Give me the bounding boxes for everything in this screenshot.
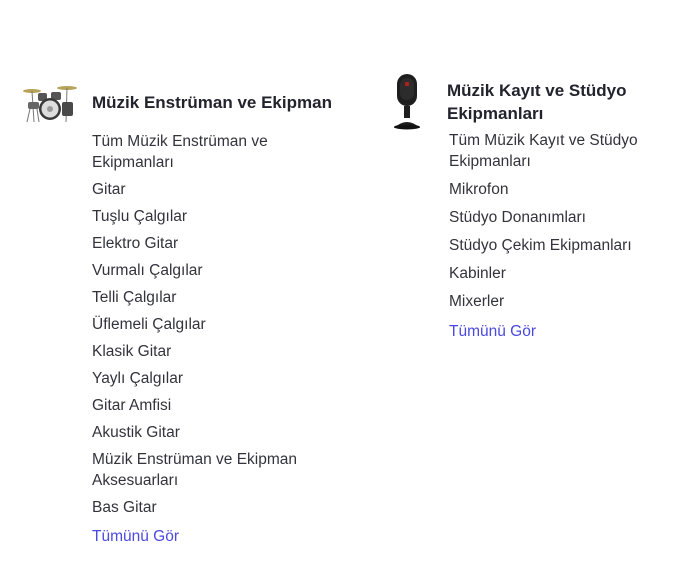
list-item[interactable]: Stüdyo Donanımları [449,207,671,228]
list-item[interactable]: Mikrofon [449,179,671,200]
see-all-link[interactable]: Tümünü Gör [92,528,179,545]
subcategory-link[interactable]: Gitar [92,181,126,198]
list-item[interactable]: Elektro Gitar [92,233,337,254]
list-item[interactable]: Üflemeli Çalgılar [92,314,337,335]
list-item[interactable]: Gitar Amfisi [92,395,337,416]
subcategory-link[interactable]: Elektro Gitar [92,235,178,252]
list-item[interactable]: Telli Çalgılar [92,287,337,308]
subcategory-link[interactable]: Tüm Müzik Enstrüman ve Ekipmanları [92,133,268,171]
subcategory-link[interactable]: Stüdyo Çekim Ekipmanları [449,237,632,254]
list-item[interactable]: Mixerler [449,291,671,312]
category-title[interactable]: Müzik Enstrüman ve Ekipman [92,91,352,114]
subcategory-link[interactable]: Gitar Amfisi [92,397,171,414]
see-all-link[interactable]: Tümünü Gör [449,323,536,340]
list-item[interactable]: Klasik Gitar [92,341,337,362]
subcategory-list: Tüm Müzik Kayıt ve Stüdyo Ekipmanları Mi… [449,130,671,342]
subcategory-link[interactable]: Tüm Müzik Kayıt ve Stüdyo Ekipmanları [449,132,638,170]
subcategory-link[interactable]: Stüdyo Donanımları [449,209,586,226]
list-item[interactable]: Kabinler [449,263,671,284]
subcategory-link[interactable]: Mikrofon [449,181,508,198]
list-item[interactable]: Yaylı Çalgılar [92,368,337,389]
list-item[interactable]: Akustik Gitar [92,422,337,443]
see-all-item[interactable]: Tümünü Gör [92,526,337,547]
subcategory-link[interactable]: Klasik Gitar [92,343,171,360]
subcategory-link[interactable]: Telli Çalgılar [92,289,176,306]
subcategory-list: Tüm Müzik Enstrüman ve Ekipmanları Gitar… [92,131,337,547]
see-all-item[interactable]: Tümünü Gör [449,321,671,342]
list-item[interactable]: Tüm Müzik Enstrüman ve Ekipmanları [92,131,337,173]
list-item[interactable]: Tuşlu Çalgılar [92,206,337,227]
microphone-icon [390,72,424,130]
list-item[interactable]: Bas Gitar [92,497,337,518]
list-item[interactable]: Gitar [92,179,337,200]
subcategory-link[interactable]: Akustik Gitar [92,424,180,441]
subcategory-link[interactable]: Bas Gitar [92,499,157,516]
list-item[interactable]: Tüm Müzik Kayıt ve Stüdyo Ekipmanları [449,130,671,172]
subcategory-link[interactable]: Yaylı Çalgılar [92,370,183,387]
subcategory-link[interactable]: Vurmalı Çalgılar [92,262,203,279]
subcategory-link[interactable]: Mixerler [449,293,504,310]
list-item[interactable]: Stüdyo Çekim Ekipmanları [449,235,671,256]
list-item[interactable]: Vurmalı Çalgılar [92,260,337,281]
drum-kit-icon [22,82,78,124]
list-item[interactable]: Müzik Enstrüman ve Ekipman Aksesuarları [92,449,337,491]
category-title[interactable]: Müzik Kayıt ve Stüdyo Ekipmanları [447,79,667,125]
subcategory-link[interactable]: Kabinler [449,265,506,282]
subcategory-link[interactable]: Müzik Enstrüman ve Ekipman Aksesuarları [92,451,297,489]
subcategory-link[interactable]: Tuşlu Çalgılar [92,208,187,225]
subcategory-link[interactable]: Üflemeli Çalgılar [92,316,206,333]
